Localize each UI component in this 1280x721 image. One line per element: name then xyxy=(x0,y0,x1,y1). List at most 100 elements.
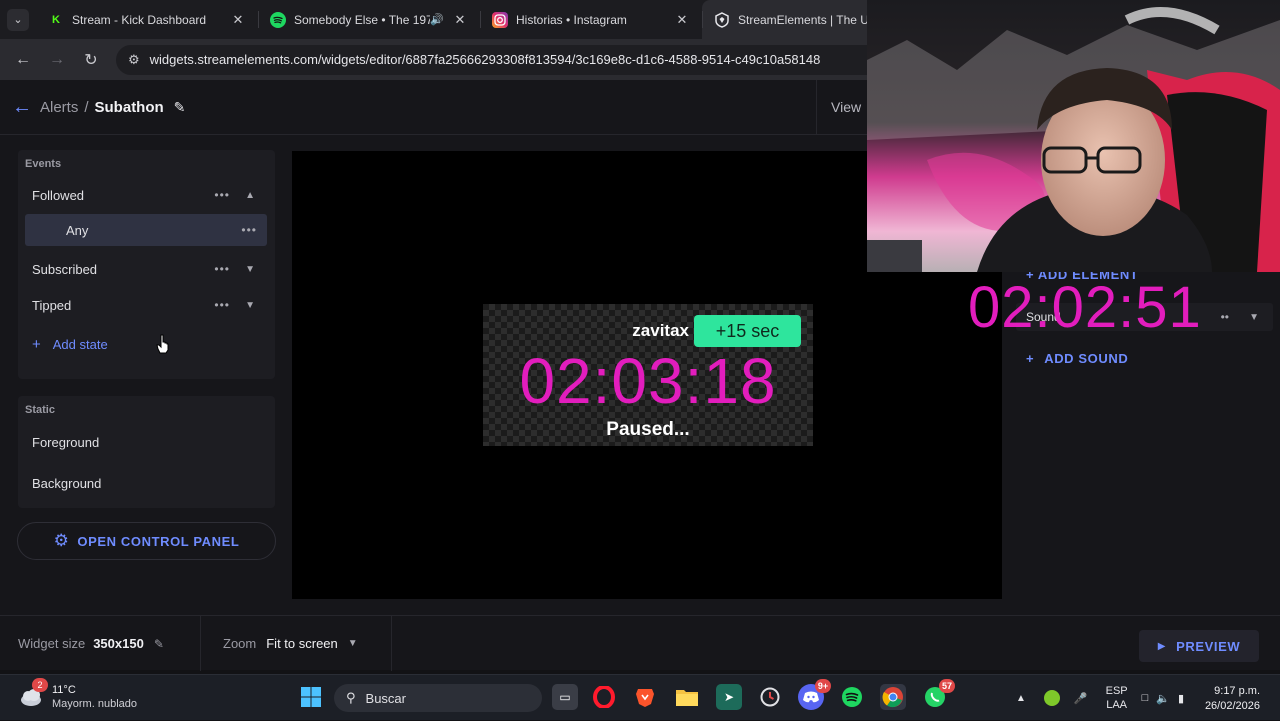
open-control-panel-button[interactable]: ⚙ OPEN CONTROL PANEL xyxy=(17,522,276,560)
breadcrumb-alerts[interactable]: Alerts xyxy=(40,99,78,116)
taskbar-clock[interactable]: 9:17 p.m. 26/02/2026 xyxy=(1186,684,1260,714)
system-tray: ▲ 🎤 ESP LAA □ 🔈 ▮ xyxy=(1016,675,1184,721)
close-tab-icon[interactable]: ✕ xyxy=(452,12,468,28)
time-added-badge: +15 sec xyxy=(694,315,801,347)
browser-tab-instagram[interactable]: Historias • Instagram ✕ xyxy=(480,0,702,39)
add-sound-label: ADD SOUND xyxy=(1044,351,1129,366)
back-arrow-icon[interactable]: ← xyxy=(6,43,40,77)
chevron-up-icon[interactable]: ▲ xyxy=(1016,693,1026,704)
widget-size-label: Widget size xyxy=(18,636,86,651)
weather-widget[interactable]: 2 11°C Mayorm. nublado xyxy=(18,678,137,711)
url-bar[interactable]: ⚙ widgets.streamelements.com/widgets/edi… xyxy=(116,44,946,75)
add-sound-button[interactable]: + ADD SOUND xyxy=(1026,351,1128,366)
plus-icon: + xyxy=(1026,351,1035,366)
back-arrow-icon[interactable]: ← xyxy=(12,96,34,119)
events-panel: Events Followed ••• ▲ Any ••• Subscribed… xyxy=(18,150,275,379)
tab-title: Somebody Else • The 1975 xyxy=(294,12,431,27)
speaker-icon[interactable]: 🔊 xyxy=(430,13,444,26)
browser-tab-kick[interactable]: K Stream - Kick Dashboard ✕ xyxy=(36,0,258,39)
event-label: Followed xyxy=(32,187,85,203)
close-tab-icon[interactable]: ✕ xyxy=(230,12,246,28)
reload-icon[interactable]: ↻ xyxy=(74,43,108,77)
play-icon: ▶ xyxy=(1157,640,1167,652)
kick-icon: K xyxy=(52,13,60,26)
add-state-label: Add state xyxy=(52,336,108,352)
add-state-button[interactable]: + Add state xyxy=(18,322,275,366)
brave-icon[interactable] xyxy=(632,684,658,710)
event-tipped[interactable]: Tipped ••• ▼ xyxy=(18,288,275,322)
opera-icon[interactable] xyxy=(591,684,617,710)
app-icon[interactable]: ➤ xyxy=(716,684,742,710)
language-indicator[interactable]: ESP LAA xyxy=(1106,684,1128,712)
task-view-icon[interactable]: ▭ xyxy=(552,684,578,710)
temperature: 11°C xyxy=(52,684,76,696)
event-state-any[interactable]: Any ••• xyxy=(25,214,267,246)
tab-search-button[interactable]: ⌄ xyxy=(0,0,36,39)
notification-badge: 9+ xyxy=(815,679,831,693)
preview-label: PREVIEW xyxy=(1176,638,1241,654)
site-settings-icon[interactable]: ⚙ xyxy=(128,52,140,68)
clock-app-icon[interactable] xyxy=(757,684,783,710)
zoom-label: Zoom xyxy=(223,636,257,651)
subathon-timer: 02:03:18 xyxy=(519,345,777,417)
microphone-icon[interactable]: 🎤 xyxy=(1074,692,1088,705)
breadcrumb-separator: / xyxy=(84,98,89,116)
edit-pencil-icon[interactable]: ✎ xyxy=(174,99,186,116)
discord-icon[interactable]: 9+ xyxy=(798,679,831,710)
more-options-icon[interactable]: ••• xyxy=(214,188,230,202)
webcam-overlay xyxy=(867,0,1280,272)
spotify-icon[interactable] xyxy=(839,684,865,710)
subathon-widget[interactable]: zavitax +15 sec 02:03:18 Paused... xyxy=(483,304,813,446)
cloudy-weather-icon: 2 xyxy=(18,678,48,710)
static-foreground[interactable]: Foreground xyxy=(18,422,275,463)
close-tab-icon[interactable]: ✕ xyxy=(674,12,690,28)
battery-icon[interactable]: ▮ xyxy=(1178,692,1184,705)
event-label: Tipped xyxy=(32,297,72,313)
chevron-down-icon[interactable]: ▼ xyxy=(1249,312,1259,323)
xbox-icon[interactable] xyxy=(1043,690,1060,706)
chevron-down-icon: ▼ xyxy=(347,638,358,649)
file-explorer-icon[interactable] xyxy=(674,684,700,710)
search-icon: ⚲ xyxy=(346,690,356,705)
notification-badge: 2 xyxy=(32,678,48,692)
more-options-icon[interactable]: ••• xyxy=(214,262,230,276)
static-background[interactable]: Background xyxy=(18,463,275,504)
open-control-panel-label: OPEN CONTROL PANEL xyxy=(77,533,240,549)
spotify-icon xyxy=(270,11,286,28)
notification-badge: 57 xyxy=(939,679,955,693)
chevron-up-icon[interactable]: ▲ xyxy=(245,190,255,201)
os-taskbar: 2 11°C Mayorm. nublado ⚲ Buscar ▭ ➤ 9+ 5… xyxy=(0,674,1280,720)
search-placeholder: Buscar xyxy=(365,690,406,706)
plus-icon: + xyxy=(32,335,41,353)
edit-pencil-icon[interactable]: ✎ xyxy=(154,637,164,651)
zoom-select[interactable]: Zoom Fit to screen ▼ xyxy=(200,616,392,671)
windows-start-icon[interactable] xyxy=(298,684,324,710)
event-label: Subscribed xyxy=(32,261,98,277)
keyboard-layout: LAA xyxy=(1106,699,1128,711)
editor-footer: Widget size 350x150 ✎ Zoom Fit to screen… xyxy=(0,615,1280,671)
page-title: Subathon xyxy=(94,98,164,116)
network-icon[interactable]: □ xyxy=(1142,692,1149,704)
event-username: zavitax xyxy=(632,321,689,340)
chevron-down-icon[interactable]: ▼ xyxy=(245,264,255,275)
volume-icon[interactable]: 🔈 xyxy=(1156,692,1170,705)
clock-time: 9:17 p.m. xyxy=(1214,685,1260,697)
forward-arrow-icon[interactable]: → xyxy=(40,43,74,77)
event-subscribed[interactable]: Subscribed ••• ▼ xyxy=(18,250,275,288)
chevron-down-icon: ⌄ xyxy=(7,8,29,31)
browser-tab-spotify[interactable]: Somebody Else • The 1975 🔊 ✕ xyxy=(258,0,480,39)
static-title: Static xyxy=(25,404,55,416)
more-options-icon[interactable]: •• xyxy=(1221,310,1229,324)
event-followed[interactable]: Followed ••• ▲ xyxy=(18,176,275,214)
more-options-icon[interactable]: ••• xyxy=(241,223,257,237)
url-text: widgets.streamelements.com/widgets/edito… xyxy=(149,52,821,67)
more-options-icon[interactable]: ••• xyxy=(214,298,230,312)
gear-icon: ⚙ xyxy=(53,531,70,550)
chevron-down-icon[interactable]: ▼ xyxy=(245,300,255,311)
taskbar-search[interactable]: ⚲ Buscar xyxy=(334,684,542,712)
whatsapp-icon[interactable]: 57 xyxy=(922,679,955,710)
streamelements-icon xyxy=(714,11,730,28)
preview-button[interactable]: ▶ PREVIEW xyxy=(1139,630,1259,662)
chrome-icon[interactable] xyxy=(880,684,906,710)
tab-title: Historias • Instagram xyxy=(516,12,627,27)
